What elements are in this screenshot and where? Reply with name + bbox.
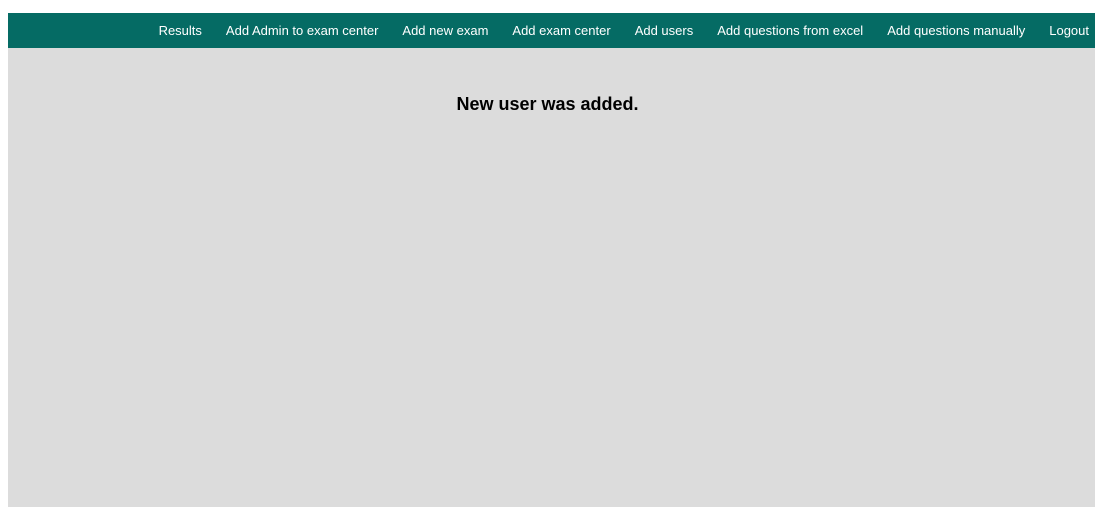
nav-link-add-questions-from-excel[interactable]: Add questions from excel [717, 13, 863, 48]
status-message: New user was added. [456, 94, 639, 114]
nav-link-results[interactable]: Results [159, 13, 202, 48]
page-frame: Results Add Admin to exam center Add new… [8, 13, 1095, 507]
nav-link-add-exam-center[interactable]: Add exam center [512, 13, 610, 48]
nav-link-logout[interactable]: Logout [1049, 13, 1089, 48]
main-content: New user was added. [8, 48, 1095, 507]
nav-link-add-new-exam[interactable]: Add new exam [402, 13, 488, 48]
nav-link-add-admin-to-exam-center[interactable]: Add Admin to exam center [226, 13, 378, 48]
top-navbar: Results Add Admin to exam center Add new… [8, 13, 1095, 48]
nav-link-add-users[interactable]: Add users [635, 13, 694, 48]
nav-link-add-questions-manually[interactable]: Add questions manually [887, 13, 1025, 48]
